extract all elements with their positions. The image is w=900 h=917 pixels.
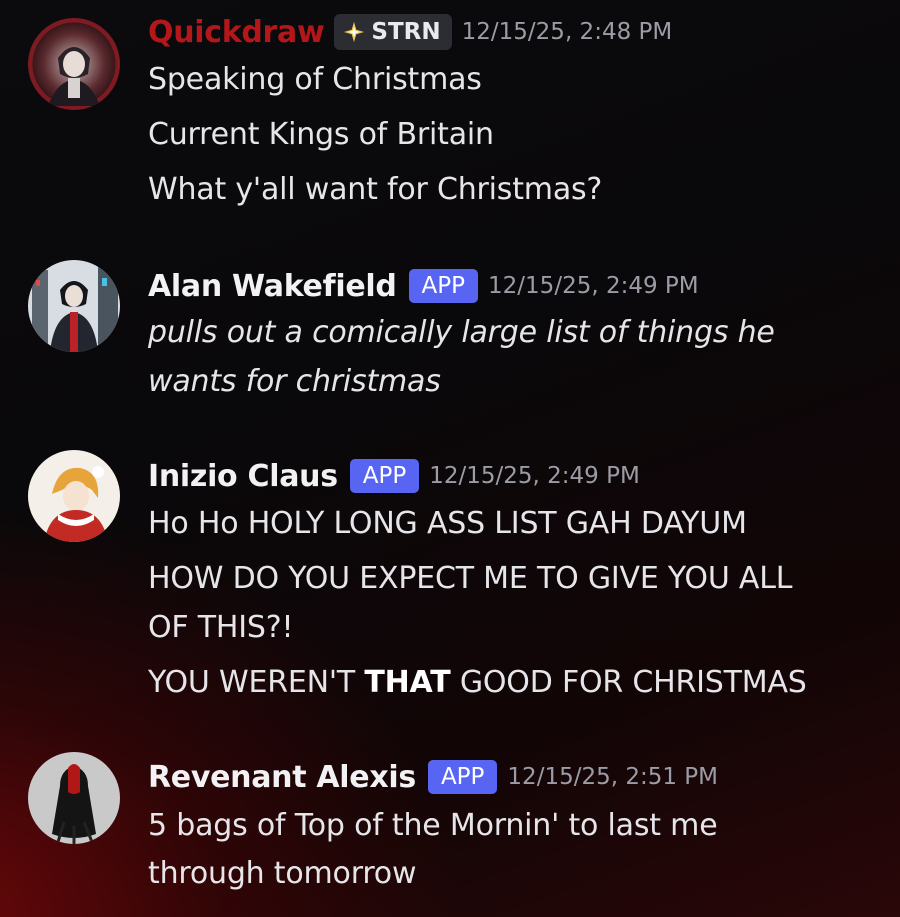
username[interactable]: Inizio Claus	[148, 459, 338, 494]
message-line: wants for christmas	[148, 364, 441, 399]
bold-text: THAT	[364, 665, 451, 700]
message-line: through tomorrow	[148, 856, 417, 891]
message-line: Ho Ho HOLY LONG ASS LIST GAH DAYUM	[148, 506, 747, 541]
avatar-image	[28, 18, 120, 110]
sparkle-icon	[344, 21, 365, 43]
avatar-image	[28, 450, 120, 542]
timestamp[interactable]: 12/15/25, 2:49 PM	[488, 273, 699, 299]
message-line-emphasis: YOU WEREN'T THAT GOOD FOR CHRISTMAS	[148, 665, 807, 700]
app-badge: APP	[408, 269, 479, 303]
text-segment: GOOD FOR CHRISTMAS	[450, 665, 807, 700]
username[interactable]: Quickdraw	[148, 15, 325, 50]
server-tag-badge[interactable]: STRN	[334, 14, 452, 50]
message-line: HOW DO YOU EXPECT ME TO GIVE YOU ALL	[148, 561, 793, 596]
text-segment: YOU WEREN'T	[148, 665, 365, 700]
message-line: Current Kings of Britain	[148, 117, 494, 152]
message-line: Speaking of Christmas	[148, 62, 482, 97]
timestamp[interactable]: 12/15/25, 2:51 PM	[507, 764, 718, 790]
avatar-quickdraw[interactable]	[28, 18, 120, 110]
avatar-alan-wakefield[interactable]	[28, 260, 120, 352]
timestamp[interactable]: 12/15/25, 2:48 PM	[462, 19, 673, 45]
app-badge: APP	[349, 459, 420, 493]
server-tag-label: STRN	[371, 19, 441, 45]
username[interactable]: Revenant Alexis	[148, 760, 416, 795]
avatar-inizio-claus[interactable]	[28, 450, 120, 542]
avatar-image	[28, 260, 120, 352]
avatar-revenant-alexis[interactable]	[28, 752, 120, 844]
avatar-image	[28, 752, 120, 844]
timestamp[interactable]: 12/15/25, 2:49 PM	[429, 463, 640, 489]
message-line: 5 bags of Top of the Mornin' to last me	[148, 808, 718, 843]
app-badge: APP	[427, 760, 498, 794]
message-line: OF THIS?!	[148, 610, 294, 645]
message-line: pulls out a comically large list of thin…	[148, 315, 775, 350]
username[interactable]: Alan Wakefield	[148, 269, 397, 304]
message-line: What y'all want for Christmas?	[148, 172, 603, 207]
